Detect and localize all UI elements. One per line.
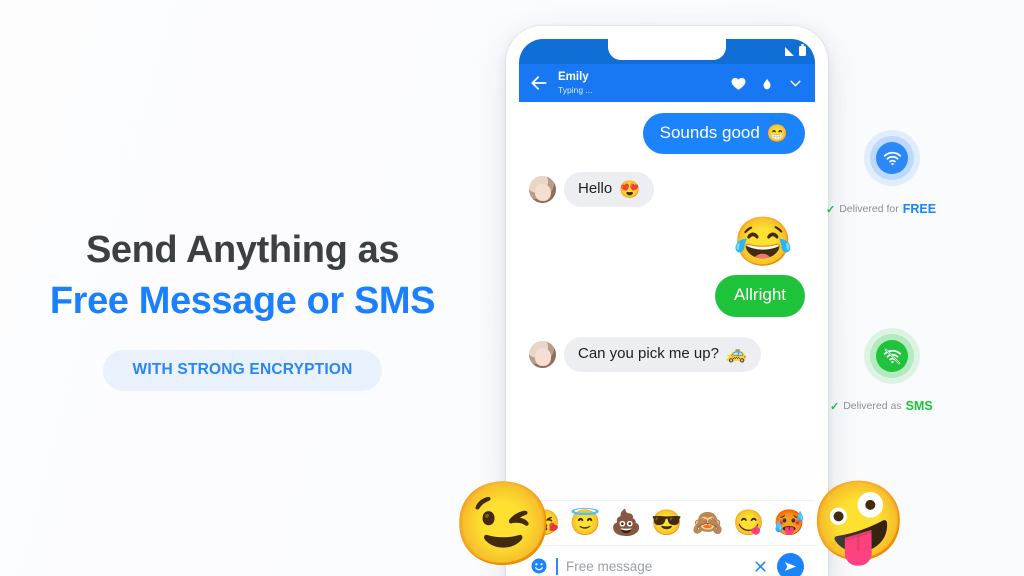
status-badge-free: ✓ Delivered for FREE: [826, 202, 936, 216]
grinning-face-emoji: 😁: [766, 123, 788, 143]
typing-status: Typing ...: [558, 84, 593, 95]
check-icon: ✓: [826, 203, 836, 216]
table-row: Hello 😍: [519, 172, 815, 208]
message-text: Can you pick me up?: [578, 344, 719, 362]
arrow-left-icon[interactable]: [529, 73, 549, 93]
halo-face-emoji[interactable]: 😇: [570, 510, 601, 536]
see-no-evil-monkey-emoji[interactable]: 🙈: [692, 510, 723, 536]
avatar: [529, 340, 556, 368]
page-title-line1: Send Anything as: [85, 229, 400, 271]
phone-notch: [608, 39, 726, 60]
chat-title-block[interactable]: Emily Typing ...: [558, 71, 730, 95]
message-text: Sounds good: [659, 123, 760, 142]
delivery-prefix: Delivered for: [839, 203, 899, 215]
status-bar: [519, 39, 815, 64]
hot-face-emoji[interactable]: 🥵: [774, 510, 805, 536]
chat-header: Emily Typing ...: [519, 64, 815, 102]
message-bubble-incoming[interactable]: Hello 😍: [564, 172, 655, 208]
zany-face-emoji: 🤪: [810, 477, 908, 565]
encryption-badge: WITH STRONG ENCRYPTION: [102, 349, 383, 391]
message-bubble-incoming[interactable]: Can you pick me up? 🚕: [564, 336, 762, 372]
joy-face-sticker[interactable]: 😂: [733, 219, 793, 267]
check-icon: ✓: [830, 400, 840, 413]
delivery-badge-sms: [864, 328, 920, 384]
close-x-icon[interactable]: [752, 558, 769, 575]
table-row: Sounds good 😁: [519, 113, 815, 155]
wifi-off-icon: [883, 348, 901, 364]
delivery-badge-free: [864, 130, 920, 186]
status-icons: [785, 44, 806, 56]
delivery-prefix: Delivered as: [843, 400, 902, 412]
message-bubble-sms[interactable]: Allright: [715, 275, 805, 317]
send-paper-plane-icon: [784, 561, 797, 571]
heart-icon[interactable]: [730, 75, 747, 92]
search-input[interactable]: Free message: [566, 559, 744, 574]
page-title-line2: Free Message or SMS: [49, 279, 436, 322]
delivery-highlight: SMS: [905, 399, 933, 413]
message-input-bar: Free message: [519, 545, 815, 576]
message-list[interactable]: Sounds good 😁 Hello 😍 😂 Allright Can you…: [519, 102, 815, 442]
message-text: Hello: [578, 180, 613, 198]
marketing-copy: Send Anything as Free Message or SMS WIT…: [0, 228, 485, 391]
yum-face-emoji[interactable]: 😋: [733, 510, 764, 536]
text-caret: [556, 557, 558, 575]
emoji-suggestion-strip[interactable]: 😘 😇 💩 😎 🙈 😋 🥵: [519, 500, 815, 545]
winking-face-emoji: 😉: [452, 479, 555, 570]
heart-eyes-emoji: 😍: [619, 179, 641, 199]
chevron-down-icon[interactable]: [787, 75, 804, 92]
avatar: [529, 176, 556, 204]
taxi-emoji: 🚕: [725, 344, 748, 364]
message-text: Allright: [734, 285, 786, 305]
promo-screenshot: Send Anything as Free Message or SMS WIT…: [0, 0, 1024, 576]
battery-icon: [799, 44, 806, 56]
contact-name: Emily: [558, 70, 589, 83]
table-row: 😂: [519, 215, 815, 267]
signal-bars-icon: [785, 47, 794, 56]
table-row: Can you pick me up? 🚕: [519, 336, 815, 372]
send-button[interactable]: [777, 552, 804, 576]
encryption-badge-wrap: WITH STRONG ENCRYPTION: [0, 349, 485, 391]
table-row: Allright: [519, 275, 815, 317]
wifi-icon: [883, 151, 901, 165]
header-actions: [730, 75, 804, 92]
message-bubble-outgoing[interactable]: Sounds good 😁: [642, 113, 805, 155]
phone-mockup: Emily Typing ... Sounds good 😁 Hello 😍 😂…: [506, 26, 828, 576]
poop-emoji[interactable]: 💩: [611, 510, 642, 536]
phone-screen: Emily Typing ... Sounds good 😁 Hello 😍 😂…: [519, 39, 815, 576]
delivery-highlight: FREE: [902, 202, 937, 216]
flame-icon[interactable]: [760, 75, 774, 92]
sunglasses-face-emoji[interactable]: 😎: [651, 510, 682, 536]
status-badge-sms: ✓ Delivered as SMS: [830, 399, 933, 413]
